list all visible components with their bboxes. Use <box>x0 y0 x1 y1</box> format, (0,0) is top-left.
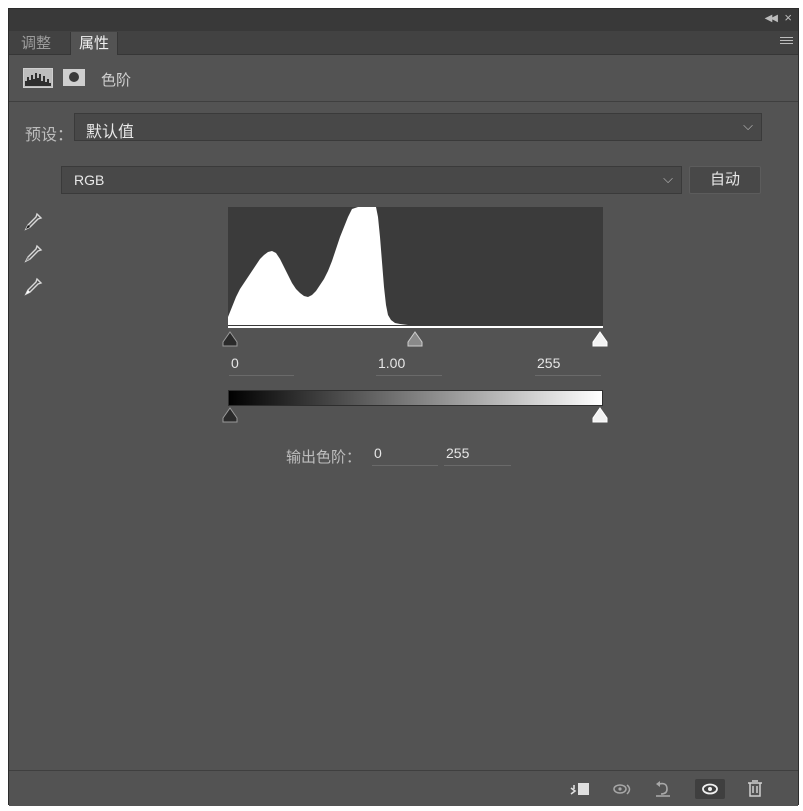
output-black-field[interactable]: 0 <box>372 442 438 466</box>
black-point-eyedropper-icon[interactable] <box>23 212 43 232</box>
view-previous-state-icon[interactable] <box>612 779 634 799</box>
gray-point-eyedropper-icon[interactable] <box>23 244 43 264</box>
channel-dropdown[interactable]: RGB ⌵ <box>61 166 682 194</box>
histogram <box>228 207 603 328</box>
input-black-field[interactable]: 0 <box>229 352 294 376</box>
levels-histogram-icon[interactable] <box>23 68 53 88</box>
white-point-eyedropper-icon[interactable] <box>23 277 43 297</box>
output-white-field[interactable]: 255 <box>444 442 511 466</box>
auto-button[interactable]: 自动 <box>689 166 761 194</box>
gamma-slider-handle[interactable] <box>407 331 423 347</box>
input-gamma-field[interactable]: 1.00 <box>376 352 442 376</box>
visibility-eye-icon[interactable] <box>695 779 725 799</box>
chevron-down-icon: ⌵ <box>743 118 753 133</box>
panel-title-strip: ◀◀ × <box>9 9 798 31</box>
channel-value: RGB <box>74 172 105 188</box>
reset-icon[interactable] <box>652 779 674 799</box>
output-levels-label: 输出色阶： <box>286 449 362 466</box>
preset-value: 默认值 <box>86 124 135 141</box>
panel-menu-icon[interactable] <box>780 37 793 48</box>
histogram-graph <box>228 207 603 328</box>
output-gradient-bar <box>228 390 603 406</box>
preset-dropdown[interactable]: 默认值 ⌵ <box>74 113 762 141</box>
white-point-slider-handle[interactable] <box>592 331 608 347</box>
delete-icon[interactable] <box>744 779 766 799</box>
mask-icon[interactable] <box>63 69 85 86</box>
preset-label: 预设： <box>25 127 74 144</box>
chevron-down-icon: ⌵ <box>663 171 673 186</box>
double-chevron-left-icon[interactable]: ◀◀ <box>765 13 778 24</box>
close-icon[interactable]: × <box>784 10 792 25</box>
tab-adjustments[interactable]: 调整 <box>13 32 59 55</box>
screenshot-frame: ◀◀ × 调整 属性 色阶 预设： 默认值 ⌵ RGB ⌵ 自动 0 1.00 … <box>0 0 803 811</box>
output-black-slider-handle[interactable] <box>222 407 238 423</box>
properties-panel: ◀◀ × 调整 属性 色阶 预设： 默认值 ⌵ RGB ⌵ 自动 0 1.00 … <box>8 8 799 806</box>
black-point-slider-handle[interactable] <box>222 331 238 347</box>
bottom-toolbar <box>9 770 798 806</box>
output-white-slider-handle[interactable] <box>592 407 608 423</box>
tab-properties[interactable]: 属性 <box>70 32 119 55</box>
tab-bar: 调整 属性 <box>9 31 798 55</box>
properties-header: 色阶 <box>9 56 798 102</box>
input-white-field[interactable]: 255 <box>535 352 601 376</box>
panel-title: 色阶 <box>101 72 132 89</box>
clip-to-layer-icon[interactable] <box>569 779 591 799</box>
input-slider-track <box>228 325 603 326</box>
